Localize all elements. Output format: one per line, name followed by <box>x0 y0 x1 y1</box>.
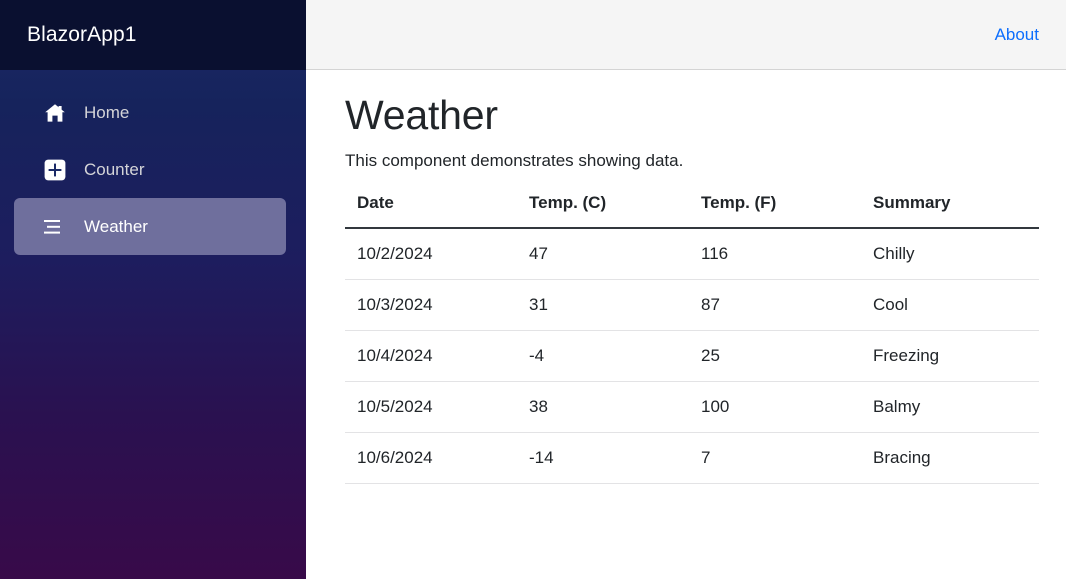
sidebar-item-label-home: Home <box>84 102 130 122</box>
brand-bar[interactable]: BlazorApp1 <box>0 0 306 70</box>
cell-summary: Cool <box>861 279 1039 332</box>
app-root: BlazorApp1 Home Counter Weather About We… <box>0 0 1066 579</box>
cell-temp-c: 47 <box>517 228 689 281</box>
cell-temp-c: 31 <box>517 279 689 332</box>
table-row: 10/6/2024 -14 7 Bracing <box>345 432 1039 485</box>
sidebar-item-label-weather: Weather <box>84 216 148 236</box>
table-head: Date Temp. (C) Temp. (F) Summary <box>345 193 1039 230</box>
table-header-row: Date Temp. (C) Temp. (F) Summary <box>345 193 1039 230</box>
cell-temp-c: -4 <box>517 330 689 383</box>
page-subtitle: This component demonstrates showing data… <box>345 151 684 171</box>
cell-date: 10/5/2024 <box>345 381 517 434</box>
sidebar-item-label-counter: Counter <box>84 159 145 179</box>
cell-temp-f: 25 <box>689 330 861 383</box>
column-header-summary: Summary <box>861 193 1039 230</box>
cell-temp-c: 38 <box>517 381 689 434</box>
cell-date: 10/2/2024 <box>345 228 517 281</box>
top-row: About <box>306 0 1066 70</box>
table-row: 10/5/2024 38 100 Balmy <box>345 381 1039 434</box>
cell-summary: Balmy <box>861 381 1039 434</box>
cell-temp-f: 100 <box>689 381 861 434</box>
about-link[interactable]: About <box>995 25 1039 45</box>
table-row: 10/2/2024 47 116 Chilly <box>345 228 1039 281</box>
list-icon <box>42 214 68 240</box>
cell-temp-c: -14 <box>517 432 689 485</box>
plus-square-icon <box>42 157 68 183</box>
cell-date: 10/3/2024 <box>345 279 517 332</box>
table-row: 10/3/2024 31 87 Cool <box>345 279 1039 332</box>
column-header-temp-c: Temp. (C) <box>517 193 689 230</box>
main-area: About Weather This component demonstrate… <box>306 0 1066 579</box>
sidebar-nav: Home Counter Weather <box>0 70 306 255</box>
table-body: 10/2/2024 47 116 Chilly 10/3/2024 31 87 … <box>345 228 1039 485</box>
sidebar-item-weather[interactable]: Weather <box>14 198 286 255</box>
weather-table: Date Temp. (C) Temp. (F) Summary 10/2/20… <box>345 193 1039 485</box>
house-icon <box>42 100 68 126</box>
column-header-temp-f: Temp. (F) <box>689 193 861 230</box>
page-title: Weather <box>345 92 498 138</box>
cell-temp-f: 7 <box>689 432 861 485</box>
cell-summary: Bracing <box>861 432 1039 485</box>
cell-temp-f: 116 <box>689 228 861 281</box>
column-header-date: Date <box>345 193 517 230</box>
cell-date: 10/4/2024 <box>345 330 517 383</box>
sidebar-item-counter[interactable]: Counter <box>14 141 286 198</box>
table-row: 10/4/2024 -4 25 Freezing <box>345 330 1039 383</box>
sidebar: BlazorApp1 Home Counter Weather <box>0 0 306 579</box>
cell-date: 10/6/2024 <box>345 432 517 485</box>
cell-temp-f: 87 <box>689 279 861 332</box>
cell-summary: Chilly <box>861 228 1039 281</box>
cell-summary: Freezing <box>861 330 1039 383</box>
page-content: Weather This component demonstrates show… <box>306 70 1066 579</box>
sidebar-item-home[interactable]: Home <box>14 84 286 141</box>
brand-title: BlazorApp1 <box>27 23 137 46</box>
